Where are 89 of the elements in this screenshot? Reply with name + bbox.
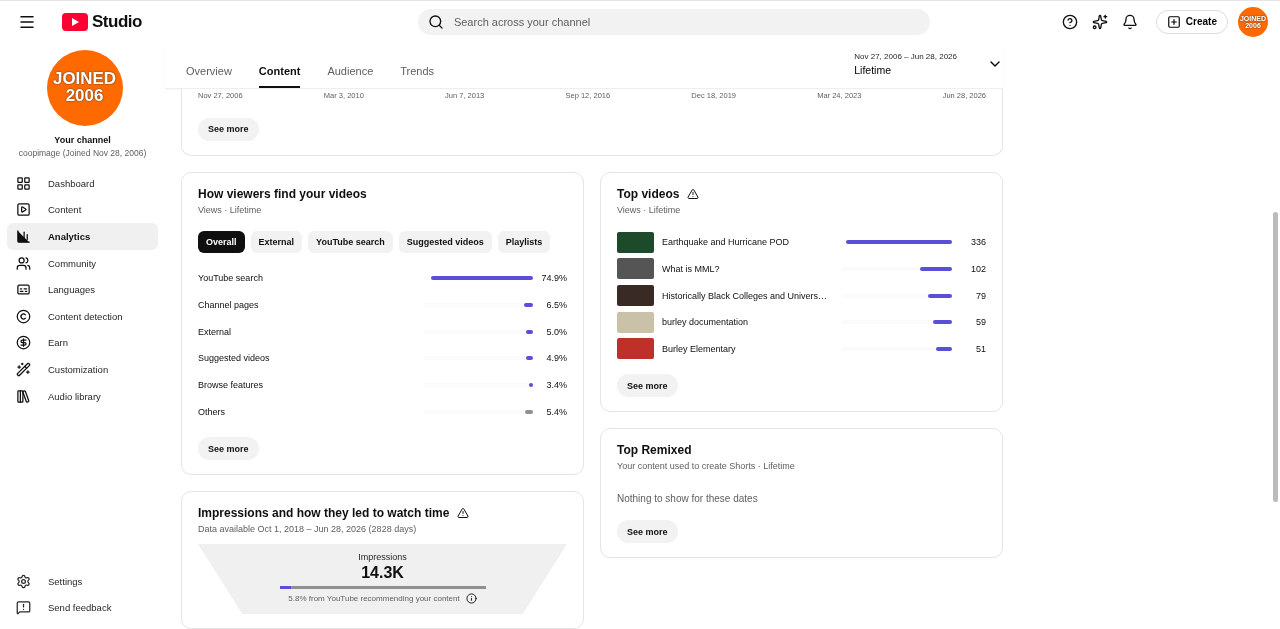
- video-title[interactable]: burley documentation: [662, 317, 842, 328]
- scrollbar[interactable]: [1273, 212, 1278, 502]
- video-title[interactable]: What is MML?: [662, 263, 842, 274]
- funnel-caption: 5.8% from YouTube recommending your content: [288, 594, 460, 603]
- sidebar-item[interactable]: Languages: [7, 276, 158, 303]
- sidebar-item[interactable]: Customization: [7, 356, 158, 383]
- source-label: Suggested videos: [198, 353, 271, 364]
- card-subtitle: Data available Oct 1, 2018 – Jun 28, 2026 (2828 days): [198, 524, 418, 534]
- sidebar-item[interactable]: Earn: [7, 329, 158, 357]
- tab[interactable]: Overview: [186, 64, 232, 88]
- source-label: YouTube search: [198, 273, 264, 284]
- source-value: 5.4%: [545, 406, 567, 417]
- funnel-value: 14.3K: [361, 564, 404, 582]
- warning-icon: [457, 507, 470, 519]
- help-icon: [1061, 13, 1078, 30]
- card-title: Impressions and how they led to watch time: [198, 506, 450, 520]
- source-label: Others: [198, 406, 226, 417]
- source-label: External: [198, 326, 233, 337]
- filter-chip[interactable]: Overall: [198, 230, 245, 253]
- settings-icon: [16, 573, 31, 589]
- sidebar-item[interactable]: Analytics: [7, 223, 158, 250]
- video-title[interactable]: Earthquake and Hurricane POD: [662, 237, 842, 248]
- card-subtitle: Views · Lifetime: [617, 204, 682, 215]
- video-title[interactable]: Burley Elementary: [662, 343, 842, 354]
- views-value: 59: [975, 317, 986, 328]
- card-subtitle: Your content used to create Shorts · Lifetime: [617, 461, 796, 472]
- thumbnail-placeholder: [617, 311, 654, 333]
- sparkle-icon: [1091, 13, 1108, 30]
- tab[interactable]: Trends: [400, 64, 435, 88]
- filter-chip[interactable]: External: [250, 230, 303, 253]
- brand-name: Studio: [92, 11, 142, 32]
- sidebar-item[interactable]: Settings: [7, 567, 158, 595]
- sidebar-item[interactable]: Content: [7, 196, 158, 224]
- filter-chip[interactable]: Playlists: [497, 230, 551, 253]
- see-more-button[interactable]: See more: [617, 374, 678, 398]
- empty-message: Nothing to show for these dates: [617, 493, 759, 505]
- source-label: Channel pages: [198, 299, 260, 310]
- card-title: Top Remixed: [617, 443, 693, 458]
- thumbnail-placeholder: [617, 338, 654, 360]
- funnel-label: Impressions: [358, 552, 407, 562]
- views-value: 336: [969, 237, 986, 248]
- sidebar-item[interactable]: Audio library: [7, 382, 158, 410]
- source-value: 5.0%: [545, 326, 567, 337]
- thumbnail-placeholder: [617, 258, 654, 280]
- thumbnail-placeholder: [617, 285, 654, 307]
- people-icon: [16, 255, 31, 271]
- source-label: Browse features: [198, 379, 265, 390]
- channel-title: Your channel: [54, 135, 111, 145]
- warning-icon: [687, 187, 700, 200]
- source-value: 3.4%: [545, 379, 567, 390]
- dollar-icon: [16, 335, 31, 351]
- play-logo-icon: [62, 12, 88, 31]
- sidebar-item[interactable]: Dashboard: [7, 170, 158, 197]
- video-title[interactable]: Historically Black Colleges and Univers…: [662, 290, 842, 301]
- source-value: 74.9%: [540, 273, 567, 284]
- captions-icon: [16, 282, 31, 298]
- views-value: 102: [969, 263, 986, 274]
- feedback-icon: [16, 600, 31, 616]
- library-icon: [16, 388, 31, 404]
- filter-chip[interactable]: YouTube search: [308, 230, 393, 253]
- search-field[interactable]: Search across your channel: [417, 8, 930, 35]
- filter-chip[interactable]: Suggested videos: [398, 230, 492, 253]
- views-value: 79: [975, 290, 986, 301]
- sidebar-item[interactable]: Content detection: [7, 302, 158, 330]
- views-value: 51: [975, 343, 986, 354]
- card-title: How viewers find your videos: [198, 186, 368, 201]
- create-button[interactable]: Create: [1155, 9, 1228, 34]
- video-icon: [16, 202, 31, 218]
- source-value: 4.9%: [545, 353, 567, 364]
- see-more-button[interactable]: See more: [198, 437, 259, 460]
- source-value: 6.5%: [545, 299, 567, 310]
- sidebar-item[interactable]: Send feedback: [7, 594, 158, 621]
- thumbnail-placeholder: [617, 231, 654, 253]
- tab[interactable]: Content: [258, 64, 301, 88]
- bell-icon: [1121, 13, 1138, 30]
- search-icon: [427, 13, 444, 30]
- see-more-button[interactable]: See more: [617, 520, 678, 544]
- info-icon[interactable]: [465, 593, 477, 604]
- card-subtitle: Views · Lifetime: [198, 204, 263, 215]
- channel-handle: coopimage (Joined Nov 28, 2006): [18, 148, 147, 158]
- see-more-button[interactable]: See more: [198, 117, 259, 141]
- sidebar-item[interactable]: Community: [7, 249, 158, 277]
- plus-icon: [1166, 14, 1181, 29]
- wand-icon: [16, 361, 31, 377]
- tab[interactable]: Audience: [327, 64, 374, 88]
- copyright-icon: [16, 308, 31, 324]
- card-title: Top videos: [617, 186, 680, 201]
- grid-icon: [16, 175, 31, 191]
- date-range-picker[interactable]: Nov 27, 2006 – Jun 28, 2026 Lifetime: [854, 51, 1003, 88]
